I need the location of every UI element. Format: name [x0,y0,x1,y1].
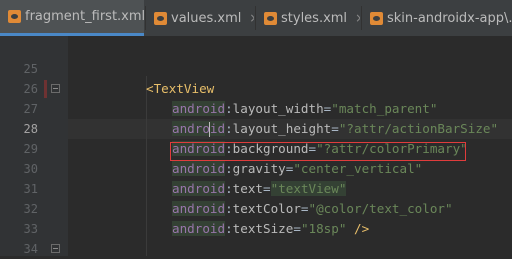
indent-guide [146,76,147,256]
attribute-value: "?attr/actionBarSize" [338,121,499,136]
text-caret [209,122,210,137]
code-line-27: android:layout_width="match_parent" [172,99,437,119]
code-line-26: <TextView [146,79,214,99]
colon: : [225,201,233,216]
editor-tab-bar: fragment_first.xml × values.xml × styles… [0,0,512,37]
line-number: 31 [23,182,38,196]
tab-label: skin-androidx-app\... [387,10,512,26]
attribute-value: "@color/text_color" [308,201,453,216]
attribute-name: gravity [232,161,286,176]
tag-name: <TextView [146,81,215,96]
code-line-32: android:textColor="@color/text_color" [172,199,453,219]
colon: : [225,161,233,176]
line-number: 30 [23,162,38,176]
equals: = [293,221,301,236]
namespace: android [172,121,226,136]
equals: = [300,201,309,216]
code-text-area[interactable]: <TextView android:layout_width="match_pa… [68,36,512,256]
tab-label: fragment_first.xml [25,9,144,24]
close-tag: /> [346,221,370,236]
code-line-31: android:text="textView" [172,179,347,199]
xml-file-icon [154,11,167,25]
colon: : [225,121,233,136]
xml-file-icon [8,10,21,23]
fold-icon[interactable] [51,244,60,253]
namespace: android [172,181,226,196]
fold-icon[interactable] [51,84,60,93]
colon: : [225,101,233,116]
line-number: 26 [23,82,38,96]
code-line-33: android:textSize="18sp" /> [172,219,369,239]
attribute-value: "match_parent" [331,101,438,116]
attribute-name: text [232,181,264,196]
tab-styles-xml[interactable]: styles.xml × [256,0,360,36]
namespace: android [172,101,226,116]
attribute-value: "center_vertical" [293,161,423,176]
colon: : [225,181,233,196]
line-number: 25 [23,62,38,76]
line-number: 33 [23,222,38,236]
colon: : [225,221,233,236]
line-number-gutter[interactable]: 25 26 27 28 29 30 31 32 33 34 [0,36,68,256]
equals: = [263,181,271,196]
equals: = [331,121,339,136]
code-line-28: android:layout_height="?attr/actionBarSi… [172,119,498,139]
line-number: 27 [23,102,38,116]
tab-label: styles.xml [281,10,348,26]
close-icon[interactable]: × [347,11,360,25]
line-number: 34 [23,242,38,256]
attribute-name: layout_height [232,121,332,136]
attribute-name: layout_width [232,101,324,116]
attribute-value: "textView" [270,181,347,196]
change-marker[interactable] [44,80,47,98]
code-line-30: android:gravity="center_vertical" [172,159,422,179]
tab-values-xml[interactable]: values.xml × [146,0,254,36]
tab-fragment-first-xml[interactable]: fragment_first.xml × [0,0,144,36]
namespace: android [172,221,226,236]
attribute-name: textSize [232,221,294,236]
attribute-value: "18sp" [300,221,347,236]
attribute-name: textColor [232,201,301,216]
close-icon[interactable]: × [241,11,254,25]
line-number: 28 [23,122,38,136]
tab-label: values.xml [171,10,242,26]
line-number: 32 [23,202,38,216]
line-number: 29 [23,142,38,156]
tab-skin-androidx-app[interactable]: skin-androidx-app\... [362,0,512,36]
namespace: android [172,201,226,216]
xml-file-icon [264,11,277,25]
namespace: android [172,161,226,176]
code-editor[interactable]: 25 26 27 28 29 30 31 32 33 34 <TextView … [0,36,512,256]
xml-file-icon [370,11,383,25]
